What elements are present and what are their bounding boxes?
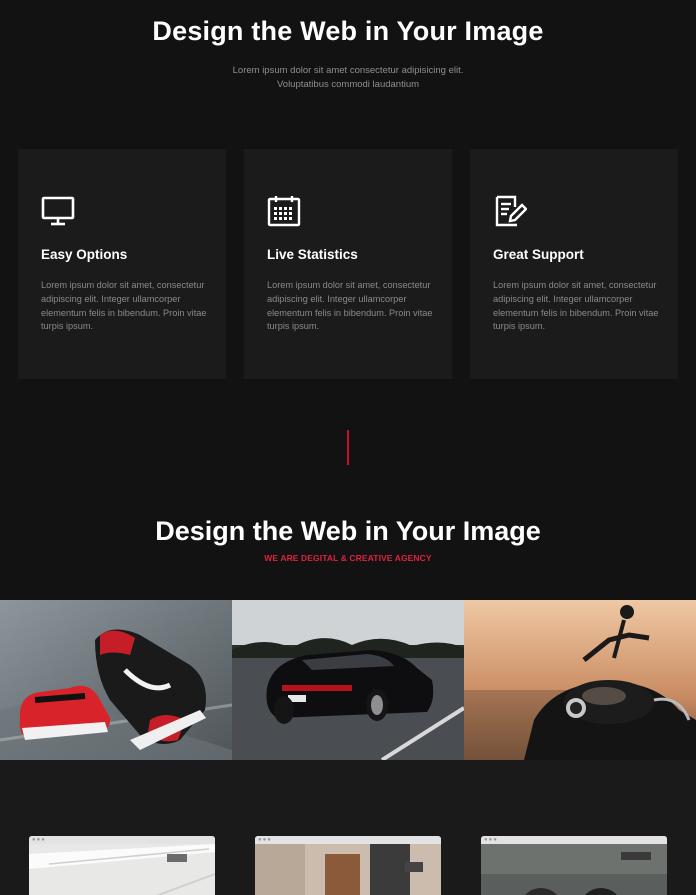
hero-subtitle-line1: Lorem ipsum dolor sit amet consectetur a… [232, 65, 464, 76]
car-photo[interactable] [232, 600, 464, 760]
office-photo [29, 844, 215, 895]
window-dots-icon: ●●● [484, 837, 498, 843]
feature-title: Great Support [493, 247, 584, 262]
hero-title: Design the Web in Your Image [152, 16, 544, 46]
feature-text: Lorem ipsum dolor sit amet, consectetur … [493, 280, 659, 332]
section-tagline: WE ARE DEGITAL & CREATIVE AGENCY [264, 553, 432, 563]
feature-card-great-support[interactable]: Great Support Lorem ipsum dolor sit amet… [470, 149, 678, 379]
edit-document-icon [493, 195, 527, 227]
calendar-icon [267, 195, 301, 227]
feature-title: Live Statistics [267, 247, 358, 262]
hero-subtitle: Lorem ipsum dolor sit amet consectetur a… [0, 64, 696, 92]
accent-divider [347, 430, 349, 465]
browser-bar: ●●● [481, 836, 667, 844]
feature-card-easy-options[interactable]: Easy Options Lorem ipsum dolor sit amet,… [18, 149, 226, 379]
sneakers-photo[interactable] [0, 600, 232, 760]
image-gallery [0, 600, 696, 760]
feature-text: Lorem ipsum dolor sit amet, consectetur … [41, 280, 207, 332]
feature-title: Easy Options [41, 247, 128, 262]
browser-bar: ●●● [29, 836, 215, 844]
monitor-icon [41, 195, 75, 227]
feature-card-live-statistics[interactable]: Live Statistics Lorem ipsum dolor sit am… [244, 149, 452, 379]
portfolio-section: ●●● ●●● ●●● [0, 760, 696, 895]
section-title: Design the Web in Your Image [155, 516, 541, 546]
hero-section: Design the Web in Your Image Lorem ipsum… [0, 0, 696, 140]
browser-mockup[interactable]: ●●● [29, 836, 215, 895]
team-photo [481, 844, 667, 895]
feature-cards: Easy Options Lorem ipsum dolor sit amet,… [18, 149, 678, 379]
browser-mockup[interactable]: ●●● [255, 836, 441, 895]
hero-subtitle-line2: Voluptatibus commodi laudantium [276, 79, 420, 90]
browser-mockup[interactable]: ●●● [481, 836, 667, 895]
agency-section: Design the Web in Your Image WE ARE DEGI… [0, 510, 696, 563]
browser-bar: ●●● [255, 836, 441, 844]
window-dots-icon: ●●● [258, 837, 272, 843]
window-dots-icon: ●●● [32, 837, 46, 843]
workspace-photo [255, 844, 441, 895]
motorcycle-photo[interactable] [464, 600, 696, 760]
feature-text: Lorem ipsum dolor sit amet, consectetur … [267, 280, 433, 332]
